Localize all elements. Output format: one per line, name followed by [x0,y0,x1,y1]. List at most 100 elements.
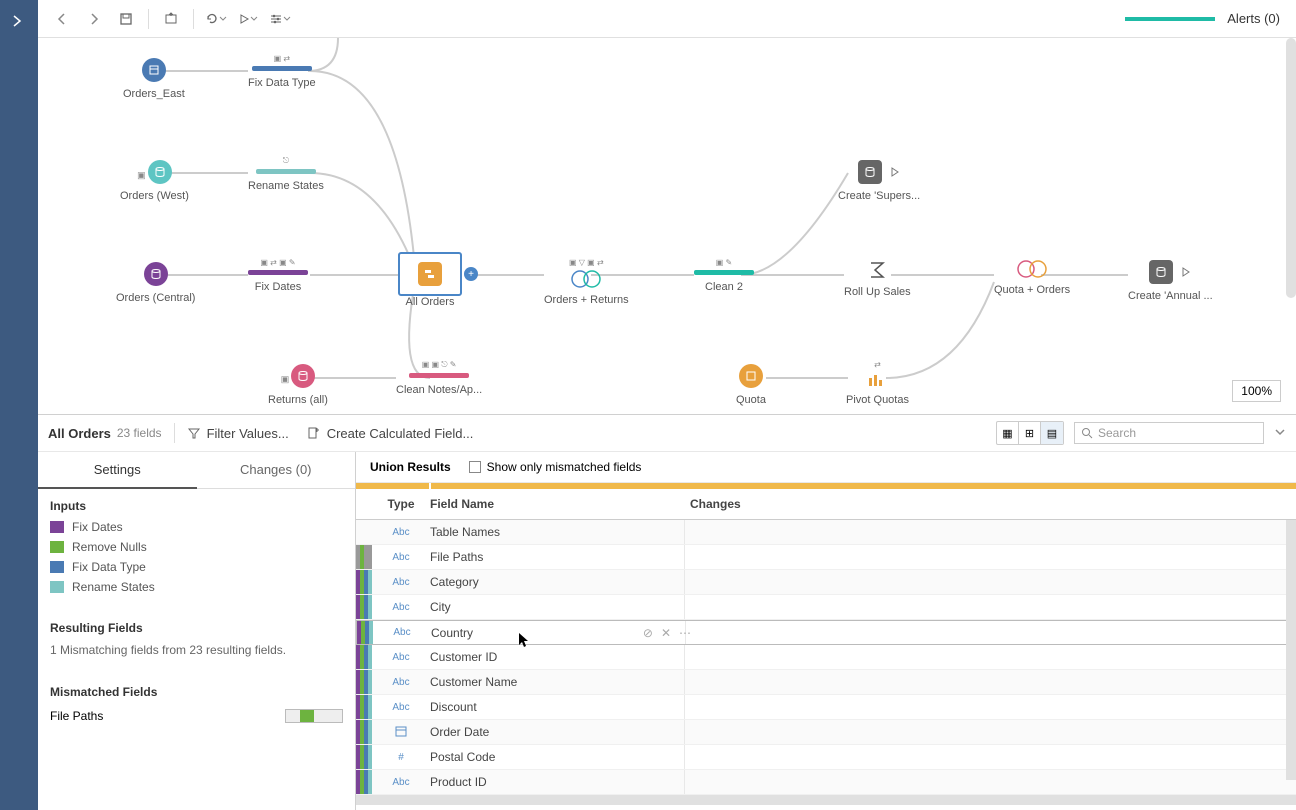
app-sidebar [0,0,38,810]
type-icon[interactable] [378,725,424,740]
create-calc-field-button[interactable]: Create Calculated Field... [307,426,474,441]
type-icon[interactable]: Abc [378,577,424,588]
changes-cell [684,645,1296,669]
add-step-button[interactable]: + [464,267,478,281]
field-name: City [424,600,684,614]
filter-values-button[interactable]: Filter Values... [187,426,289,441]
step-fix-data-type[interactable]: ▣ ⇄ Fix Data Type [248,54,316,89]
flow-canvas[interactable]: 100% Orders_East ▣ ⇄ Fix Data Type ▣ [38,38,1296,414]
step-pivot-quotas[interactable]: ⇄ Pivot Quotas [846,360,909,406]
table-row[interactable]: Order Date [356,720,1296,745]
zoom-indicator[interactable]: 100% [1232,380,1281,402]
changes-cell [684,570,1296,594]
step-mini-icons: ▣ ▣ ⎋ ✎ [422,360,457,370]
field-name: Product ID [424,775,684,789]
run-button[interactable] [234,5,262,33]
profile-header: All Orders 23 fields Filter Values... Cr… [38,414,1296,452]
type-icon[interactable]: Abc [378,677,424,688]
table-row[interactable]: AbcCustomer Name [356,670,1296,695]
remove-icon[interactable]: ✕ [661,626,671,640]
type-icon[interactable]: Abc [378,702,424,713]
table-scrollbar[interactable] [1286,520,1296,780]
changes-cell [684,595,1296,619]
mismatch-heading: Mismatched Fields [38,675,355,703]
type-icon[interactable]: Abc [378,652,424,663]
input-fix-data-type[interactable]: Fix Data Type [38,557,355,577]
field-name: Category [424,575,684,589]
step-clean2[interactable]: ▣ ✎ Clean 2 [694,258,754,293]
step-create-annual[interactable]: Create 'Annual ... [1128,260,1213,302]
step-mini-icons: ▣ ▽ ▣ ⇄ [569,258,604,267]
node-orders-east[interactable]: Orders_East [123,58,185,100]
status-bar [1125,17,1215,21]
settings-button[interactable] [266,5,294,33]
table-row[interactable]: AbcDiscount [356,695,1296,720]
back-button[interactable] [48,5,76,33]
table-row[interactable]: AbcCity [356,595,1296,620]
step-orders-returns[interactable]: ▣ ▽ ▣ ⇄ Orders + Returns [544,258,629,306]
table-row[interactable]: #Postal Code [356,745,1296,770]
field-name: Postal Code [424,750,684,764]
view-grid-button[interactable]: ⊞ [1019,422,1041,444]
type-icon[interactable]: Abc [379,627,425,638]
changes-cell [684,545,1296,569]
input-rename-states[interactable]: Rename States [38,577,355,597]
table-row[interactable]: AbcProduct ID [356,770,1296,795]
view-list-button[interactable]: ▤ [1041,422,1063,444]
union-header: Union Results Show only mismatched field… [356,452,1296,483]
right-pane: Union Results Show only mismatched field… [356,452,1296,810]
node-returns-all[interactable]: ▣ Returns (all) [268,364,328,406]
table-row[interactable]: AbcCustomer ID [356,645,1296,670]
node-orders-central[interactable]: Orders (Central) [116,262,195,304]
field-name: File Paths [424,550,684,564]
search-input[interactable]: Search [1074,422,1264,444]
more-icon[interactable]: ⋯ [679,626,691,640]
step-fix-dates[interactable]: ▣ ⇄ ▣ ✎ Fix Dates [248,258,308,293]
publish-button[interactable] [157,5,185,33]
step-mini-icons: ⎋ [283,156,289,166]
step-create-super[interactable]: Create 'Supers... [838,160,920,202]
input-remove-nulls[interactable]: Remove Nulls [38,537,355,557]
mismatch-item[interactable]: File Paths [38,703,355,729]
node-orders-west[interactable]: ▣ Orders (West) [120,160,189,202]
type-icon[interactable]: Abc [378,602,424,613]
canvas-scrollbar[interactable] [1286,38,1296,298]
alerts-button[interactable]: Alerts (0) [1227,11,1288,26]
refresh-button[interactable] [202,5,230,33]
forward-button[interactable] [80,5,108,33]
table-row[interactable]: AbcCategory [356,570,1296,595]
tab-settings[interactable]: Settings [38,452,197,489]
resulting-heading: Resulting Fields [38,611,355,639]
save-button[interactable] [112,5,140,33]
changes-cell [684,745,1296,769]
separator [193,9,194,29]
step-rollup[interactable]: Roll Up Sales [844,260,911,298]
table-row[interactable]: AbcFile Paths [356,545,1296,570]
changes-cell [684,520,1296,544]
step-clean-notes[interactable]: ▣ ▣ ⎋ ✎ Clean Notes/Ap... [396,360,482,396]
table-row[interactable]: AbcCountry⊘✕⋯ [356,620,1296,645]
table-row[interactable]: AbcTable Names [356,520,1296,545]
changes-cell [684,720,1296,744]
hide-icon[interactable]: ⊘ [643,626,653,640]
view-profile-button[interactable]: ▦ [997,422,1019,444]
panel-menu-button[interactable] [1274,424,1286,442]
step-quota-orders[interactable]: Quota + Orders [994,260,1070,296]
step-rename-states[interactable]: ⎋ Rename States [248,156,324,192]
type-icon[interactable]: Abc [378,552,424,563]
step-mini-icons: ⇄ [874,360,881,369]
step-all-orders[interactable]: All Orders + [398,252,462,308]
input-fix-dates[interactable]: Fix Dates [38,517,355,537]
show-mismatch-checkbox[interactable] [469,461,481,473]
field-name: Discount [424,700,684,714]
step-mini-icons: ▣ ✎ [716,258,732,267]
changes-cell [684,770,1296,794]
node-quota[interactable]: Quota [736,364,766,406]
tab-changes[interactable]: Changes (0) [197,452,356,489]
type-icon[interactable]: Abc [378,777,424,788]
type-icon[interactable]: Abc [378,527,424,538]
h-scrollbar[interactable] [356,795,1296,805]
type-icon[interactable]: # [378,752,424,763]
field-name: Table Names [424,525,684,539]
expand-sidebar-icon[interactable] [12,14,22,32]
